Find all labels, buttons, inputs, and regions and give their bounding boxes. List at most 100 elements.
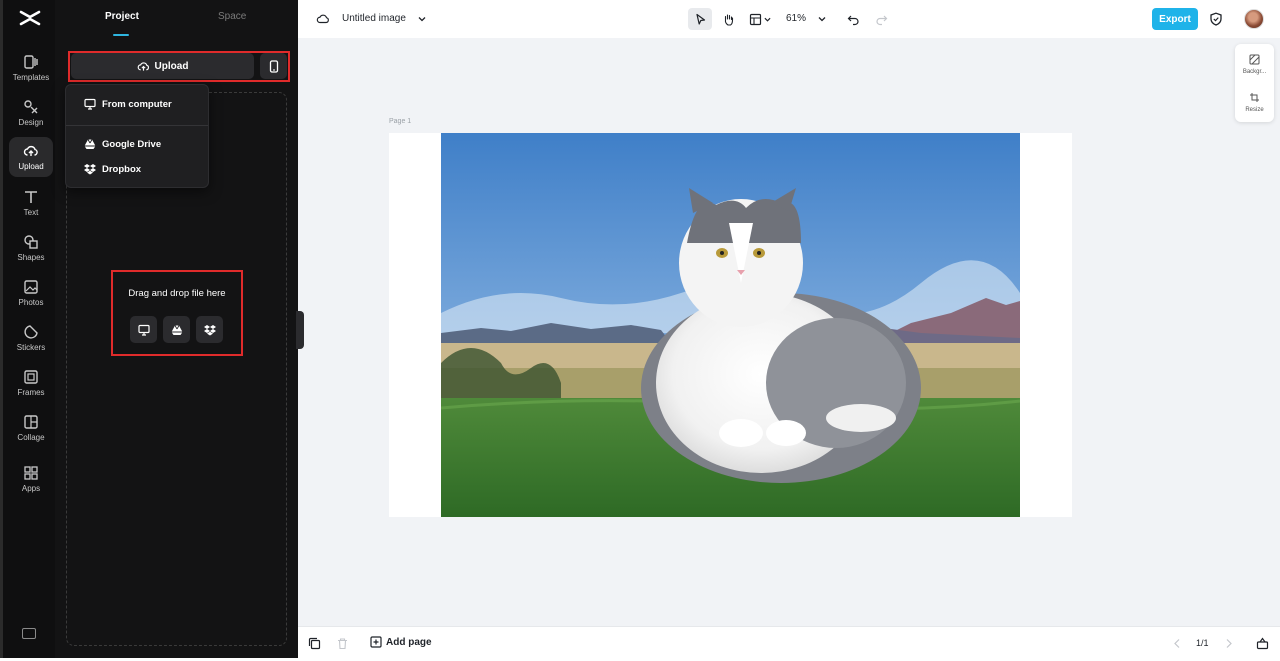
add-page-button[interactable]: Add page [370, 636, 432, 648]
drop-computer-button[interactable] [130, 316, 157, 343]
canvas-page[interactable] [389, 133, 1072, 517]
undo-button[interactable] [844, 8, 862, 30]
cloud-sync-icon[interactable] [316, 12, 330, 26]
upload-button[interactable]: Upload [71, 53, 254, 79]
collage-icon [24, 415, 38, 429]
rail-item-templates[interactable]: Templates [9, 48, 53, 88]
capcut-logo-icon[interactable] [19, 8, 41, 28]
add-page-icon [370, 636, 382, 648]
cloud-upload-icon [23, 145, 38, 156]
menu-item-from-computer[interactable]: From computer [84, 96, 172, 112]
menu-item-label: Dropbox [102, 163, 142, 175]
cat-photo-illustration [441, 133, 1020, 517]
rail-item-collage[interactable]: Collage [9, 408, 53, 448]
tab-project[interactable]: Project [105, 11, 139, 22]
resize-label: Resize [1245, 107, 1264, 113]
monitor-icon [137, 324, 150, 336]
cat-photo[interactable] [441, 133, 1020, 517]
undo-icon [847, 15, 859, 25]
chevron-down-icon[interactable] [418, 15, 426, 23]
hand-tool-button[interactable] [716, 8, 740, 30]
rail-label: Apps [21, 484, 41, 493]
drop-hint-text: Drag and drop file here [128, 288, 226, 299]
mobile-upload-button[interactable] [260, 53, 287, 79]
text-icon [25, 191, 37, 203]
dropbox-icon [84, 164, 96, 175]
document-title[interactable]: Untitled image [342, 13, 406, 24]
google-drive-icon [84, 139, 96, 149]
rail-item-text[interactable]: Text [9, 183, 53, 223]
active-tab-indicator [113, 34, 129, 36]
dropbox-icon [203, 324, 216, 335]
pages-panel-icon[interactable] [1256, 637, 1269, 650]
rail-item-frames[interactable]: Frames [9, 363, 53, 403]
rail-label: Frames [17, 388, 45, 397]
pointer-icon [695, 13, 705, 25]
rail-label: Design [18, 118, 44, 127]
rail-label: Collage [17, 433, 45, 442]
rail-item-stickers[interactable]: Stickers [9, 318, 53, 358]
upload-button-label: Upload [154, 60, 189, 72]
menu-item-label: From computer [102, 98, 172, 110]
avatar[interactable] [1244, 9, 1264, 29]
page-indicator: 1/1 [1196, 638, 1209, 648]
redo-icon [875, 15, 887, 25]
rail-label: Upload [18, 162, 44, 171]
zoom-level[interactable]: 61% [786, 13, 806, 24]
cloud-upload-icon [137, 61, 149, 71]
frames-icon [24, 370, 38, 384]
monitor-icon [84, 98, 96, 110]
rail-item-upload[interactable]: Upload [9, 137, 53, 177]
layout-tool-button[interactable] [745, 8, 775, 30]
shield-icon[interactable] [1209, 12, 1223, 26]
layout-icon [749, 13, 762, 25]
bottom-bar: Add page 1/1 [298, 626, 1280, 658]
resize-button[interactable]: Resize [1235, 92, 1274, 113]
rail-item-apps[interactable]: Apps [9, 459, 53, 499]
menu-item-label: Google Drive [102, 138, 162, 150]
trash-icon[interactable] [336, 637, 349, 650]
rail-item-photos[interactable]: Photos [9, 273, 53, 313]
drop-dropbox-button[interactable] [196, 316, 223, 343]
left-rail: Templates Design Upload Text Shapes Phot… [0, 0, 55, 661]
rail-label: Stickers [16, 343, 46, 352]
chevron-down-icon[interactable] [818, 15, 826, 23]
rail-label: Templates [12, 73, 50, 82]
menu-item-google-drive[interactable]: Google Drive [84, 136, 161, 152]
rail-label: Shapes [17, 253, 45, 262]
photos-icon [24, 280, 38, 294]
add-page-label: Add page [386, 636, 432, 648]
keyboard-shortcuts-icon[interactable] [22, 628, 36, 639]
rail-item-design[interactable]: Design [9, 93, 53, 133]
background-icon [1249, 54, 1260, 65]
panel-tabs: Project Space [55, 0, 298, 38]
page-label: Page 1 [389, 118, 412, 125]
upload-source-menu: From computer Google Drive Dropbox [65, 84, 209, 188]
duplicate-page-icon[interactable] [308, 637, 321, 650]
panel-collapse-handle[interactable] [296, 311, 304, 349]
export-button[interactable]: Export [1152, 8, 1198, 30]
rail-item-shapes[interactable]: Shapes [9, 228, 53, 268]
highlight-box [111, 270, 243, 356]
chevron-right-icon[interactable] [1222, 637, 1235, 650]
resize-icon [1250, 93, 1259, 102]
design-icon [24, 100, 38, 114]
drop-google-drive-button[interactable] [163, 316, 190, 343]
menu-item-dropbox[interactable]: Dropbox [84, 161, 141, 177]
menu-divider [66, 125, 208, 126]
chevron-down-icon [764, 17, 771, 22]
background-button[interactable]: Backgr... [1235, 54, 1274, 75]
chevron-left-icon[interactable] [1171, 637, 1184, 650]
right-tools-panel: Backgr... Resize [1235, 44, 1274, 122]
select-tool-button[interactable] [688, 8, 712, 30]
rail-label: Text [23, 208, 39, 217]
hand-icon [724, 13, 733, 26]
google-drive-icon [171, 324, 182, 335]
templates-icon [24, 55, 38, 69]
shapes-icon [24, 235, 38, 249]
stickers-icon [24, 325, 38, 339]
tab-space[interactable]: Space [218, 11, 246, 22]
rail-label: Photos [18, 298, 44, 307]
top-bar: Untitled image 61% Export [298, 0, 1280, 38]
redo-button[interactable] [872, 8, 890, 30]
